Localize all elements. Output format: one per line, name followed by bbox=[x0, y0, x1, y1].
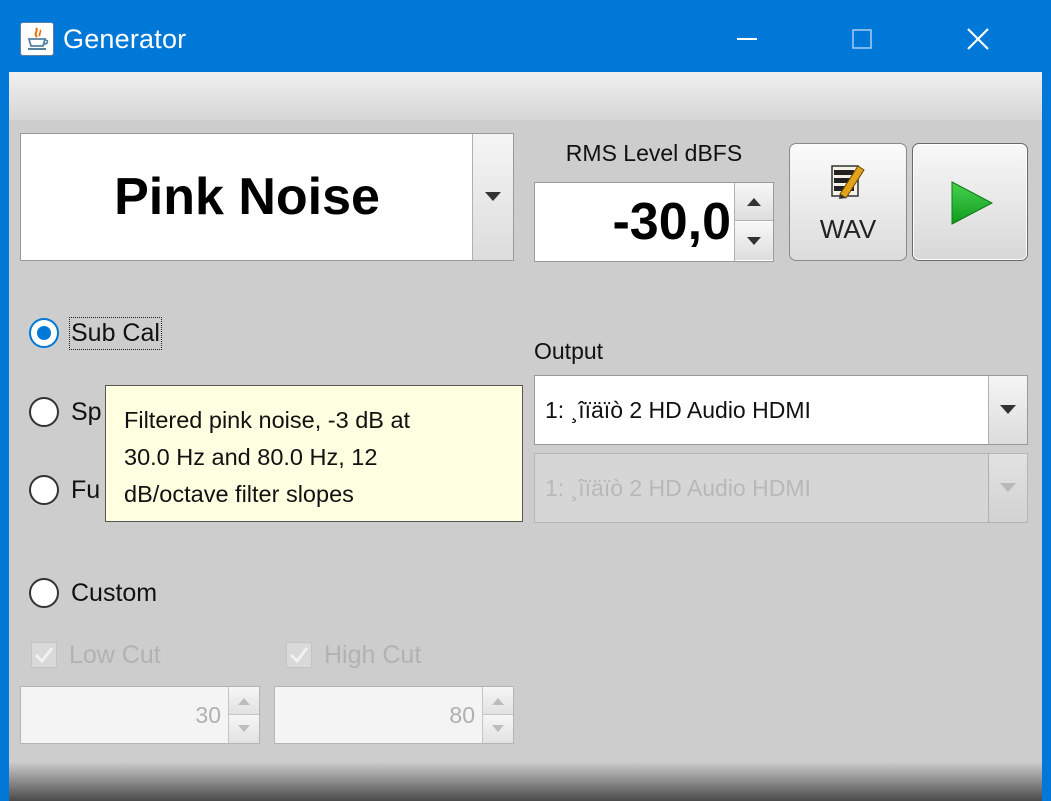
minimize-button[interactable] bbox=[718, 0, 776, 78]
output-device-value: 1: ¸îïäïò 2 HD Audio HDMI bbox=[545, 396, 811, 423]
mode-label: Custom bbox=[71, 578, 158, 607]
close-icon bbox=[967, 28, 989, 50]
high-cut-option: High Cut bbox=[286, 638, 421, 672]
chevron-down-icon bbox=[747, 236, 761, 245]
generator-window: Generator Pink Noise RMS Level dBFS -30,… bbox=[0, 0, 1051, 801]
maximize-icon bbox=[852, 29, 872, 49]
toolbar-strip bbox=[9, 72, 1042, 120]
radio-button[interactable] bbox=[29, 475, 59, 505]
high-cut-spinner: 80 bbox=[274, 686, 514, 744]
rms-decrement-button[interactable] bbox=[735, 222, 773, 260]
high-cut-increment bbox=[483, 687, 513, 715]
bottom-status-strip bbox=[9, 761, 1042, 801]
maximize-button[interactable] bbox=[833, 0, 891, 78]
play-icon bbox=[951, 181, 994, 225]
mode-option-fu[interactable]: Fu bbox=[29, 472, 100, 508]
output-device-disabled-value: 1: ¸îïäïò 2 HD Audio HDMI bbox=[545, 474, 811, 501]
chevron-up-icon bbox=[492, 697, 504, 705]
checkmark-icon bbox=[289, 647, 309, 664]
mode-option-custom[interactable]: Custom bbox=[29, 575, 157, 611]
chevron-down-icon bbox=[492, 725, 504, 732]
rms-increment-button[interactable] bbox=[735, 183, 773, 221]
output-device-select-disabled: 1: ¸îïäïò 2 HD Audio HDMI bbox=[534, 453, 1028, 523]
signal-type-value: Pink Noise bbox=[114, 168, 380, 226]
high-cut-spinner-arrows bbox=[482, 687, 513, 743]
signal-type-dropdown-button[interactable] bbox=[472, 134, 513, 260]
high-cut-checkbox bbox=[286, 642, 312, 668]
radio-button[interactable] bbox=[29, 397, 59, 427]
low-cut-value: 30 bbox=[195, 701, 221, 728]
low-cut-spinner-arrows bbox=[228, 687, 259, 743]
client-area: Pink Noise RMS Level dBFS -30,0 WAV Sub … bbox=[9, 72, 1042, 801]
mode-option-sp[interactable]: Sp bbox=[29, 394, 102, 430]
chevron-up-icon bbox=[238, 697, 250, 705]
mode-option-sub-cal[interactable]: Sub Cal bbox=[29, 315, 162, 351]
radio-button[interactable] bbox=[29, 578, 59, 608]
low-cut-increment bbox=[229, 687, 259, 715]
mode-label: Sp bbox=[71, 397, 102, 426]
radio-button[interactable] bbox=[29, 318, 59, 348]
high-cut-decrement bbox=[483, 715, 513, 743]
low-cut-spinner: 30 bbox=[20, 686, 260, 744]
wav-file-icon bbox=[831, 165, 865, 199]
play-button[interactable] bbox=[912, 143, 1028, 261]
chevron-up-icon bbox=[747, 198, 761, 206]
rms-level-spinner[interactable]: -30,0 bbox=[534, 182, 774, 262]
rms-spinner-arrows bbox=[734, 183, 773, 261]
mode-label: Fu bbox=[71, 475, 101, 504]
minimize-icon bbox=[737, 38, 757, 40]
chevron-down-icon bbox=[1000, 483, 1016, 492]
signal-type-select[interactable]: Pink Noise bbox=[20, 133, 514, 261]
mode-tooltip: Filtered pink noise, -3 dB at 30.0 Hz an… bbox=[105, 385, 523, 522]
high-cut-label: High Cut bbox=[324, 640, 422, 669]
window-title: Generator bbox=[63, 24, 187, 54]
rms-level-value[interactable]: -30,0 bbox=[612, 183, 731, 261]
output-dropdown-button[interactable] bbox=[988, 376, 1027, 444]
chevron-down-icon bbox=[485, 192, 501, 201]
output-device-select[interactable]: 1: ¸îïäïò 2 HD Audio HDMI bbox=[534, 375, 1028, 445]
output-dropdown-button-disabled bbox=[988, 454, 1027, 522]
wav-button[interactable]: WAV bbox=[789, 143, 907, 261]
chevron-down-icon bbox=[1000, 405, 1016, 414]
wav-label: WAV bbox=[819, 214, 877, 244]
low-cut-option: Low Cut bbox=[31, 638, 161, 672]
java-icon bbox=[20, 22, 54, 56]
close-button[interactable] bbox=[949, 0, 1007, 78]
tooltip-line: 30.0 Hz and 80.0 Hz, 12 bbox=[124, 444, 378, 470]
output-label: Output bbox=[534, 338, 604, 364]
title-bar[interactable]: Generator bbox=[0, 0, 1051, 78]
tooltip-line: dB/octave filter slopes bbox=[124, 481, 354, 507]
low-cut-checkbox bbox=[31, 642, 57, 668]
high-cut-value: 80 bbox=[449, 701, 475, 728]
mode-label: Sub Cal bbox=[69, 316, 162, 350]
checkmark-icon bbox=[34, 647, 54, 664]
low-cut-decrement bbox=[229, 715, 259, 743]
tooltip-line: Filtered pink noise, -3 dB at bbox=[124, 407, 411, 433]
chevron-down-icon bbox=[238, 725, 250, 732]
rms-level-label: RMS Level dBFS bbox=[565, 140, 743, 166]
low-cut-label: Low Cut bbox=[69, 640, 161, 669]
